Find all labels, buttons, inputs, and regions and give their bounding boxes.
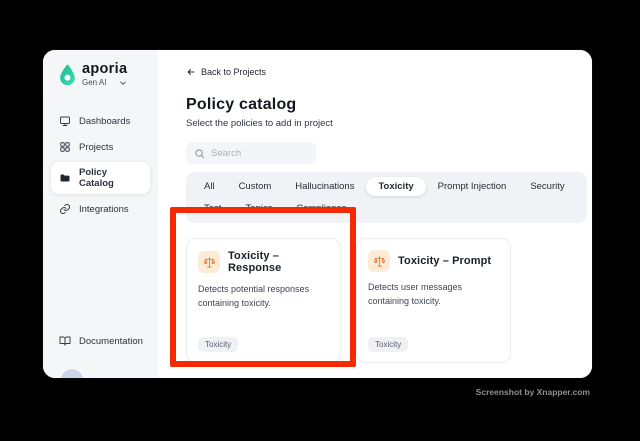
sidebar-item-label: Policy Catalog	[79, 167, 114, 189]
policy-card-toxicity-prompt[interactable]: Toxicity – Prompt Detects user messages …	[356, 238, 511, 363]
sidebar-item-integrations[interactable]: Integrations	[51, 198, 150, 220]
card-tag: Toxicity	[368, 337, 409, 352]
sidebar-item-policy-catalog[interactable]: Policy Catalog	[51, 162, 150, 194]
brand-name: aporia	[82, 61, 128, 77]
book-icon	[59, 335, 71, 347]
grid-icon	[59, 141, 71, 153]
search-icon	[194, 148, 205, 159]
card-title: Toxicity – Response	[228, 250, 282, 274]
filter-tab[interactable]: All	[192, 177, 227, 196]
filter-tab[interactable]: Toxicity	[366, 177, 426, 196]
arrow-left-icon	[186, 67, 196, 77]
screenshot-background: aporia Gen AI Dashboards Projects Policy…	[0, 0, 640, 441]
filter-tab[interactable]: Compliance	[284, 199, 358, 218]
filter-tab[interactable]: Test	[192, 199, 233, 218]
sidebar: aporia Gen AI Dashboards Projects Policy…	[43, 50, 158, 378]
back-to-projects-link[interactable]: Back to Projects	[186, 67, 266, 77]
card-header: Toxicity – Prompt	[368, 250, 499, 272]
monitor-icon	[59, 115, 71, 127]
filter-tab[interactable]: Hallucinations	[283, 177, 366, 196]
card-description: Detects potential responses containing t…	[198, 284, 310, 308]
aporia-logo-icon	[58, 63, 77, 86]
sidebar-item-dashboards[interactable]: Dashboards	[51, 110, 150, 132]
filter-tabs: All Custom Hallucinations Toxicity Promp…	[186, 172, 587, 223]
scales-icon	[198, 251, 220, 273]
main-content: Back to Projects Policy catalog Select t…	[158, 50, 592, 378]
link-icon	[59, 203, 71, 215]
back-link-label: Back to Projects	[201, 67, 267, 77]
page-subtitle: Select the policies to add in project	[186, 118, 333, 129]
sidebar-nav: Dashboards Projects Policy Catalog Integ…	[51, 110, 150, 220]
page-title: Policy catalog	[186, 96, 297, 113]
workspace-name: Gen AI	[82, 78, 107, 87]
sidebar-item-projects[interactable]: Projects	[51, 136, 150, 158]
card-description: Detects user messages containing toxicit…	[368, 282, 463, 306]
search-field[interactable]	[211, 147, 308, 159]
folder-icon	[59, 172, 71, 184]
chevron-down-icon[interactable]	[119, 79, 127, 87]
sidebar-item-label: Projects	[79, 141, 114, 153]
card-header: Toxicity – Response	[198, 250, 329, 274]
sidebar-item-label: Dashboards	[79, 115, 131, 127]
scales-icon	[368, 250, 390, 272]
filter-tab[interactable]: Prompt Injection	[426, 177, 519, 196]
card-tag: Toxicity	[198, 337, 239, 352]
filter-tab[interactable]: Topics	[233, 199, 284, 218]
app-window: aporia Gen AI Dashboards Projects Policy…	[43, 50, 592, 378]
watermark: Screenshot by Xnapper.com	[475, 387, 590, 397]
filter-tab[interactable]: Security	[518, 177, 576, 196]
sidebar-item-documentation[interactable]: Documentation	[51, 330, 150, 352]
policy-cards: Toxicity – Response Detects potential re…	[186, 238, 592, 363]
filter-tab[interactable]: Custom	[227, 177, 284, 196]
brand[interactable]: aporia Gen AI	[51, 62, 150, 87]
search-input[interactable]	[186, 142, 316, 164]
sidebar-item-label: Documentation	[79, 335, 143, 347]
card-title: Toxicity – Prompt	[398, 255, 492, 267]
policy-card-toxicity-response[interactable]: Toxicity – Response Detects potential re…	[186, 238, 341, 363]
sidebar-item-label: Integrations	[79, 203, 129, 215]
